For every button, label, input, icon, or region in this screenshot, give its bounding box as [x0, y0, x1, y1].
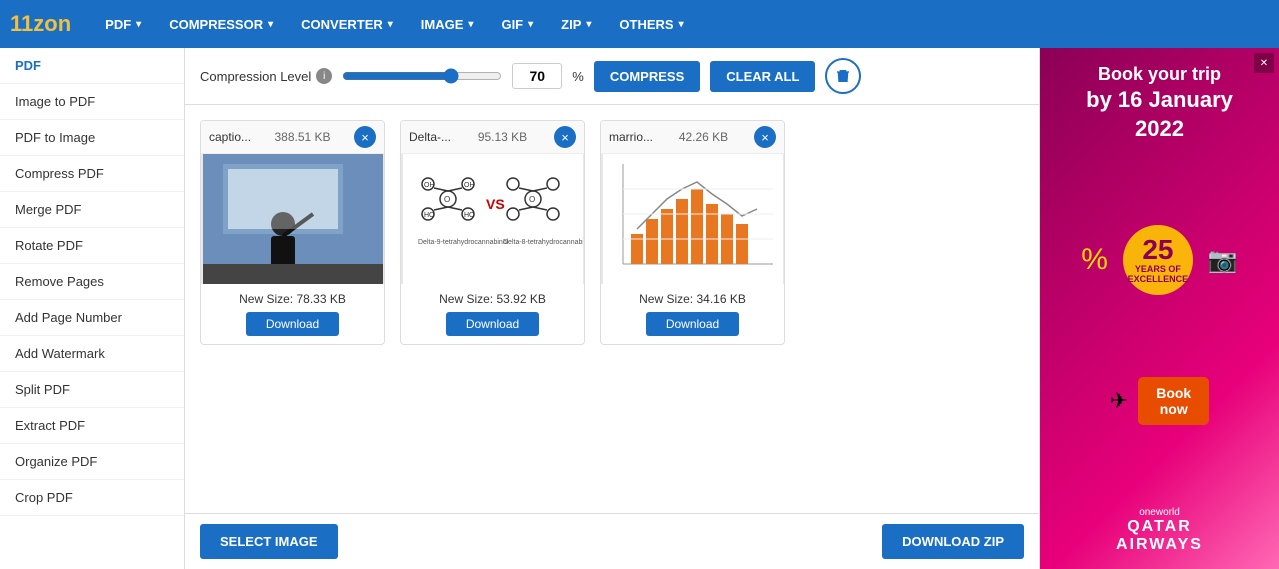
file-size: 42.26 KB — [679, 130, 728, 144]
file-size: 388.51 KB — [274, 130, 330, 144]
toolbar: Compression Level i % COMPRESS CLEAR ALL — [185, 48, 1039, 105]
svg-text:O: O — [529, 195, 535, 204]
chevron-down-icon: ▾ — [136, 19, 141, 30]
new-size-text: New Size: 34.16 KB — [609, 292, 776, 306]
nav-item-image[interactable]: IMAGE ▾ — [407, 0, 488, 48]
file-card-footer: New Size: 34.16 KB Download — [601, 284, 784, 344]
chevron-down-icon: ▾ — [468, 19, 473, 30]
download-zip-button[interactable]: DOWNLOAD ZIP — [882, 524, 1024, 559]
bottom-bar: SELECT IMAGE DOWNLOAD ZIP — [185, 513, 1039, 569]
sidebar-item-add-page-number[interactable]: Add Page Number — [0, 300, 184, 336]
ad-text-top: Book your trip by 16 January 2022 — [1086, 63, 1233, 144]
file-size: 95.13 KB — [478, 130, 527, 144]
chevron-down-icon: ▾ — [388, 19, 393, 30]
sidebar-item-merge-pdf[interactable]: Merge PDF — [0, 192, 184, 228]
airplane-icon: ✈ — [1110, 388, 1128, 414]
file-card: captio... 388.51 KB × — [200, 120, 385, 345]
close-button[interactable]: × — [754, 126, 776, 148]
sidebar-item-rotate-pdf[interactable]: Rotate PDF — [0, 228, 184, 264]
file-card-footer: New Size: 53.92 KB Download — [401, 284, 584, 344]
files-grid: captio... 388.51 KB × — [200, 120, 1024, 345]
compression-slider[interactable] — [342, 68, 502, 84]
sidebar-item-remove-pages[interactable]: Remove Pages — [0, 264, 184, 300]
nav-item-gif[interactable]: GIF ▾ — [487, 0, 547, 48]
preview-image — [203, 154, 383, 284]
file-preview: O OH OH HO HO VS — [401, 154, 584, 284]
nav-item-compressor[interactable]: COMPRESSOR ▾ — [155, 0, 287, 48]
svg-text:Delta-9-tetrahydrocannabinol: Delta-9-tetrahydrocannabinol — [418, 239, 509, 246]
ad-panel: ✕ Book your trip by 16 January 2022 % 25… — [1039, 48, 1279, 569]
sidebar-item-image-to-pdf[interactable]: Image to PDF — [0, 84, 184, 120]
close-button[interactable]: × — [354, 126, 376, 148]
file-card: marrio... 42.26 KB × — [600, 120, 785, 345]
file-name: marrio... — [609, 130, 653, 144]
compress-button[interactable]: COMPRESS — [594, 61, 700, 92]
chevron-down-icon: ▾ — [679, 19, 684, 30]
book-now-button[interactable]: Book now — [1138, 377, 1209, 425]
file-card-header: Delta-... 95.13 KB × — [401, 121, 584, 154]
preview-image — [603, 154, 783, 284]
download-button[interactable]: Download — [446, 312, 539, 336]
nav-item-zip[interactable]: ZIP ▾ — [547, 0, 605, 48]
file-card: Delta-... 95.13 KB × — [400, 120, 585, 345]
close-button[interactable]: × — [554, 126, 576, 148]
years-badge: 25 YEARS OFEXCELLENCE — [1123, 225, 1193, 295]
new-size-text: New Size: 78.33 KB — [209, 292, 376, 306]
main-layout: PDF Image to PDF PDF to Image Compress P… — [0, 48, 1279, 569]
logo-text: 11zon — [10, 11, 71, 36]
chevron-down-icon: ▾ — [268, 19, 273, 30]
nav-item-others[interactable]: OTHERS ▾ — [605, 0, 697, 48]
nav-item-converter[interactable]: CONVERTER ▾ — [287, 0, 407, 48]
ad-close-button[interactable]: ✕ — [1254, 53, 1274, 73]
sidebar-item-pdf[interactable]: PDF — [0, 48, 184, 84]
file-card-footer: New Size: 78.33 KB Download — [201, 284, 384, 344]
file-name: captio... — [209, 130, 251, 144]
svg-text:OH: OH — [464, 182, 475, 189]
svg-text:O: O — [444, 195, 450, 204]
nav-item-pdf[interactable]: PDF ▾ — [91, 0, 155, 48]
file-name: Delta-... — [409, 130, 451, 144]
preview-image: O OH OH HO HO VS — [403, 154, 583, 284]
camera-icon: 📷 — [1208, 246, 1238, 275]
download-button[interactable]: Download — [646, 312, 739, 336]
trash-icon — [835, 68, 851, 84]
compression-label: Compression Level i — [200, 68, 332, 84]
clear-all-button[interactable]: CLEAR ALL — [710, 61, 815, 92]
trash-button[interactable] — [825, 58, 861, 94]
chevron-down-icon: ▾ — [528, 19, 533, 30]
percent-sign: % — [572, 69, 584, 84]
chevron-down-icon: ▾ — [586, 19, 591, 30]
file-card-header: marrio... 42.26 KB × — [601, 121, 784, 154]
sidebar-item-compress-pdf[interactable]: Compress PDF — [0, 156, 184, 192]
sidebar-item-organize-pdf[interactable]: Organize PDF — [0, 444, 184, 480]
file-card-header: captio... 388.51 KB × — [201, 121, 384, 154]
file-preview — [601, 154, 784, 284]
sidebar-item-add-watermark[interactable]: Add Watermark — [0, 336, 184, 372]
top-navigation: 11zon PDF ▾ COMPRESSOR ▾ CONVERTER ▾ IMA… — [0, 0, 1279, 48]
new-size-text: New Size: 53.92 KB — [409, 292, 576, 306]
content-area: Compression Level i % COMPRESS CLEAR ALL — [185, 48, 1039, 569]
sidebar-item-crop-pdf[interactable]: Crop PDF — [0, 480, 184, 516]
compression-value-input[interactable] — [512, 63, 562, 89]
svg-text:Delta-8-tetrahydrocannabinol: Delta-8-tetrahydrocannabinol — [503, 239, 583, 246]
select-image-button[interactable]: SELECT IMAGE — [200, 524, 338, 559]
sidebar: PDF Image to PDF PDF to Image Compress P… — [0, 48, 185, 569]
logo[interactable]: 11zon — [10, 11, 71, 37]
download-button[interactable]: Download — [246, 312, 339, 336]
sidebar-item-pdf-to-image[interactable]: PDF to Image — [0, 120, 184, 156]
ad-footer: oneworld QATARAIRWAYS — [1116, 507, 1203, 554]
percentage-icon: % — [1081, 243, 1108, 277]
ad-inner: ✕ Book your trip by 16 January 2022 % 25… — [1040, 48, 1279, 569]
info-icon[interactable]: i — [316, 68, 332, 84]
svg-text:HO: HO — [464, 212, 475, 219]
file-preview — [201, 154, 384, 284]
files-area: captio... 388.51 KB × — [185, 105, 1039, 513]
svg-text:HO: HO — [424, 212, 435, 219]
svg-text:OH: OH — [424, 182, 435, 189]
svg-text:VS: VS — [486, 196, 505, 212]
sidebar-item-split-pdf[interactable]: Split PDF — [0, 372, 184, 408]
sidebar-item-extract-pdf[interactable]: Extract PDF — [0, 408, 184, 444]
